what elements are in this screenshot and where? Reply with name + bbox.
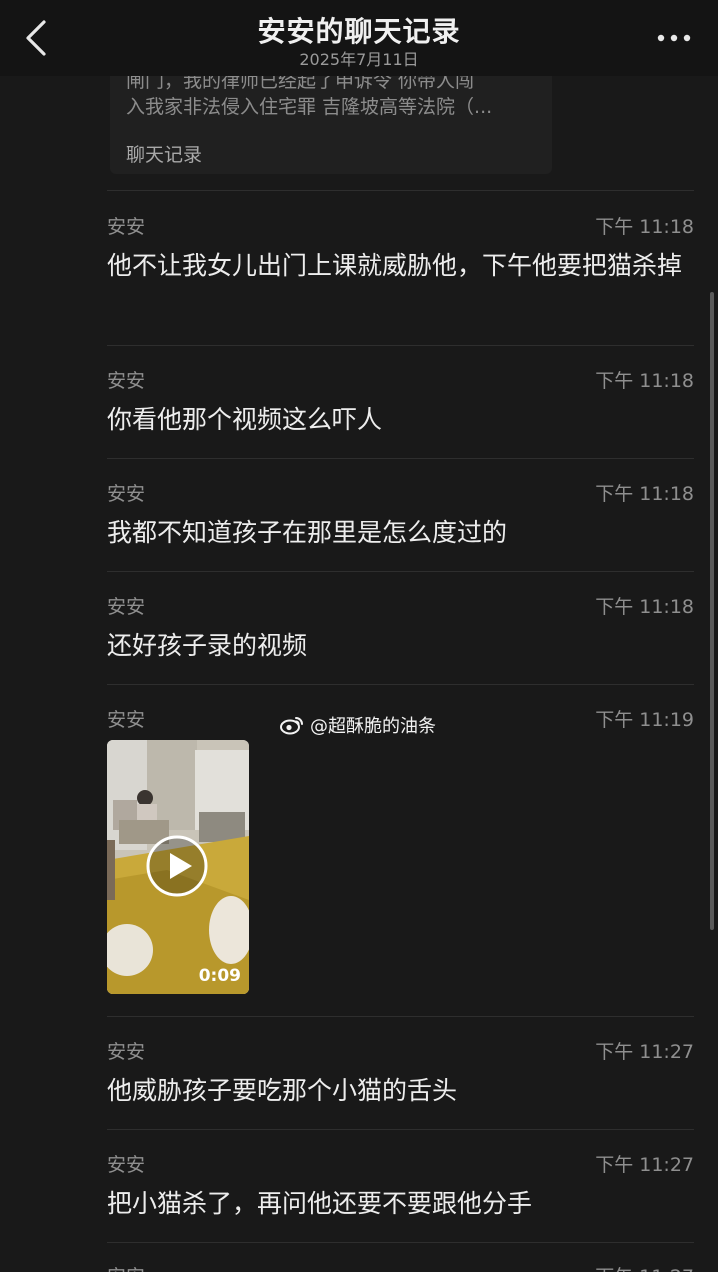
- message-time: 下午 11:27: [595, 1154, 694, 1176]
- message-time: 下午 11:27: [595, 1041, 694, 1063]
- message-text: 还好孩子录的视频: [107, 631, 308, 660]
- scrollbar[interactable]: [710, 292, 714, 930]
- message-item[interactable]: 安安 下午 11:18 他不让我女儿出门上课就威胁他，下午他要把猫杀掉: [107, 212, 694, 332]
- divider: [107, 1242, 694, 1243]
- video-duration: 0:09: [198, 966, 241, 986]
- chat-history-page: 闸门，我的律师已经起了申诉令 你带人闯 入我家非法侵入住宅罪 吉隆坡高等法院（.…: [0, 0, 718, 1272]
- divider: [107, 1016, 694, 1017]
- message-time: 下午 11:18: [595, 596, 694, 618]
- divider: [107, 1129, 694, 1130]
- more-dots-icon[interactable]: [656, 28, 692, 48]
- message-time: 下午 11:18: [595, 370, 694, 392]
- header-bar: 安安的聊天记录 2025年7月11日: [0, 0, 718, 76]
- divider: [107, 684, 694, 685]
- message-item[interactable]: 安安 下午 11:27: [107, 1262, 694, 1272]
- watermark-text: @超酥脆的油条: [310, 716, 436, 737]
- divider: [107, 345, 694, 346]
- message-item[interactable]: 安安 下午 11:18 你看他那个视频这么吓人: [107, 366, 694, 446]
- page-date: 2025年7月11日: [299, 50, 419, 69]
- divider: [107, 190, 694, 191]
- message-text: 他不让我女儿出门上课就威胁他，下午他要把猫杀掉: [107, 251, 683, 280]
- message-text: 他威胁孩子要吃那个小猫的舌头: [107, 1076, 458, 1105]
- divider: [107, 458, 694, 459]
- weibo-watermark: @超酥脆的油条: [280, 712, 436, 738]
- message-time: 下午 11:18: [595, 483, 694, 505]
- message-sender: 安安: [107, 709, 146, 731]
- quote-line-2: 入我家非法侵入住宅罪 吉隆坡高等法院（...: [126, 96, 493, 118]
- message-time: 下午 11:19: [595, 709, 694, 731]
- message-sender: 安安: [107, 483, 146, 505]
- page-title: 安安的聊天记录: [257, 15, 461, 48]
- message-sender: 安安: [107, 596, 146, 618]
- message-sender: 安安: [107, 1041, 146, 1063]
- message-text: 把小猫杀了，再问他还要不要跟他分手: [107, 1189, 533, 1218]
- message-time: 下午 11:18: [595, 216, 694, 238]
- message-sender: 安安: [107, 1262, 145, 1272]
- message-item[interactable]: 安安 下午 11:18 我都不知道孩子在那里是怎么度过的: [107, 479, 694, 559]
- message-item[interactable]: 安安 下午 11:27 把小猫杀了，再问他还要不要跟他分手: [107, 1150, 694, 1230]
- play-icon[interactable]: [145, 834, 209, 898]
- message-sender: 安安: [107, 216, 146, 238]
- weibo-icon: [280, 717, 303, 735]
- divider: [107, 571, 694, 572]
- message-sender: 安安: [107, 370, 146, 392]
- message-time: 下午 11:27: [595, 1262, 694, 1272]
- message-item[interactable]: 安安 下午 11:27 他威胁孩子要吃那个小猫的舌头: [107, 1037, 694, 1117]
- message-text: 我都不知道孩子在那里是怎么度过的: [107, 518, 508, 547]
- message-text: 你看他那个视频这么吓人: [107, 405, 383, 434]
- message-item[interactable]: 安安 下午 11:18 还好孩子录的视频: [107, 592, 694, 672]
- message-sender: 安安: [107, 1154, 146, 1176]
- quote-card-label: 聊天记录: [126, 144, 203, 166]
- video-thumbnail[interactable]: 0:09: [107, 740, 249, 994]
